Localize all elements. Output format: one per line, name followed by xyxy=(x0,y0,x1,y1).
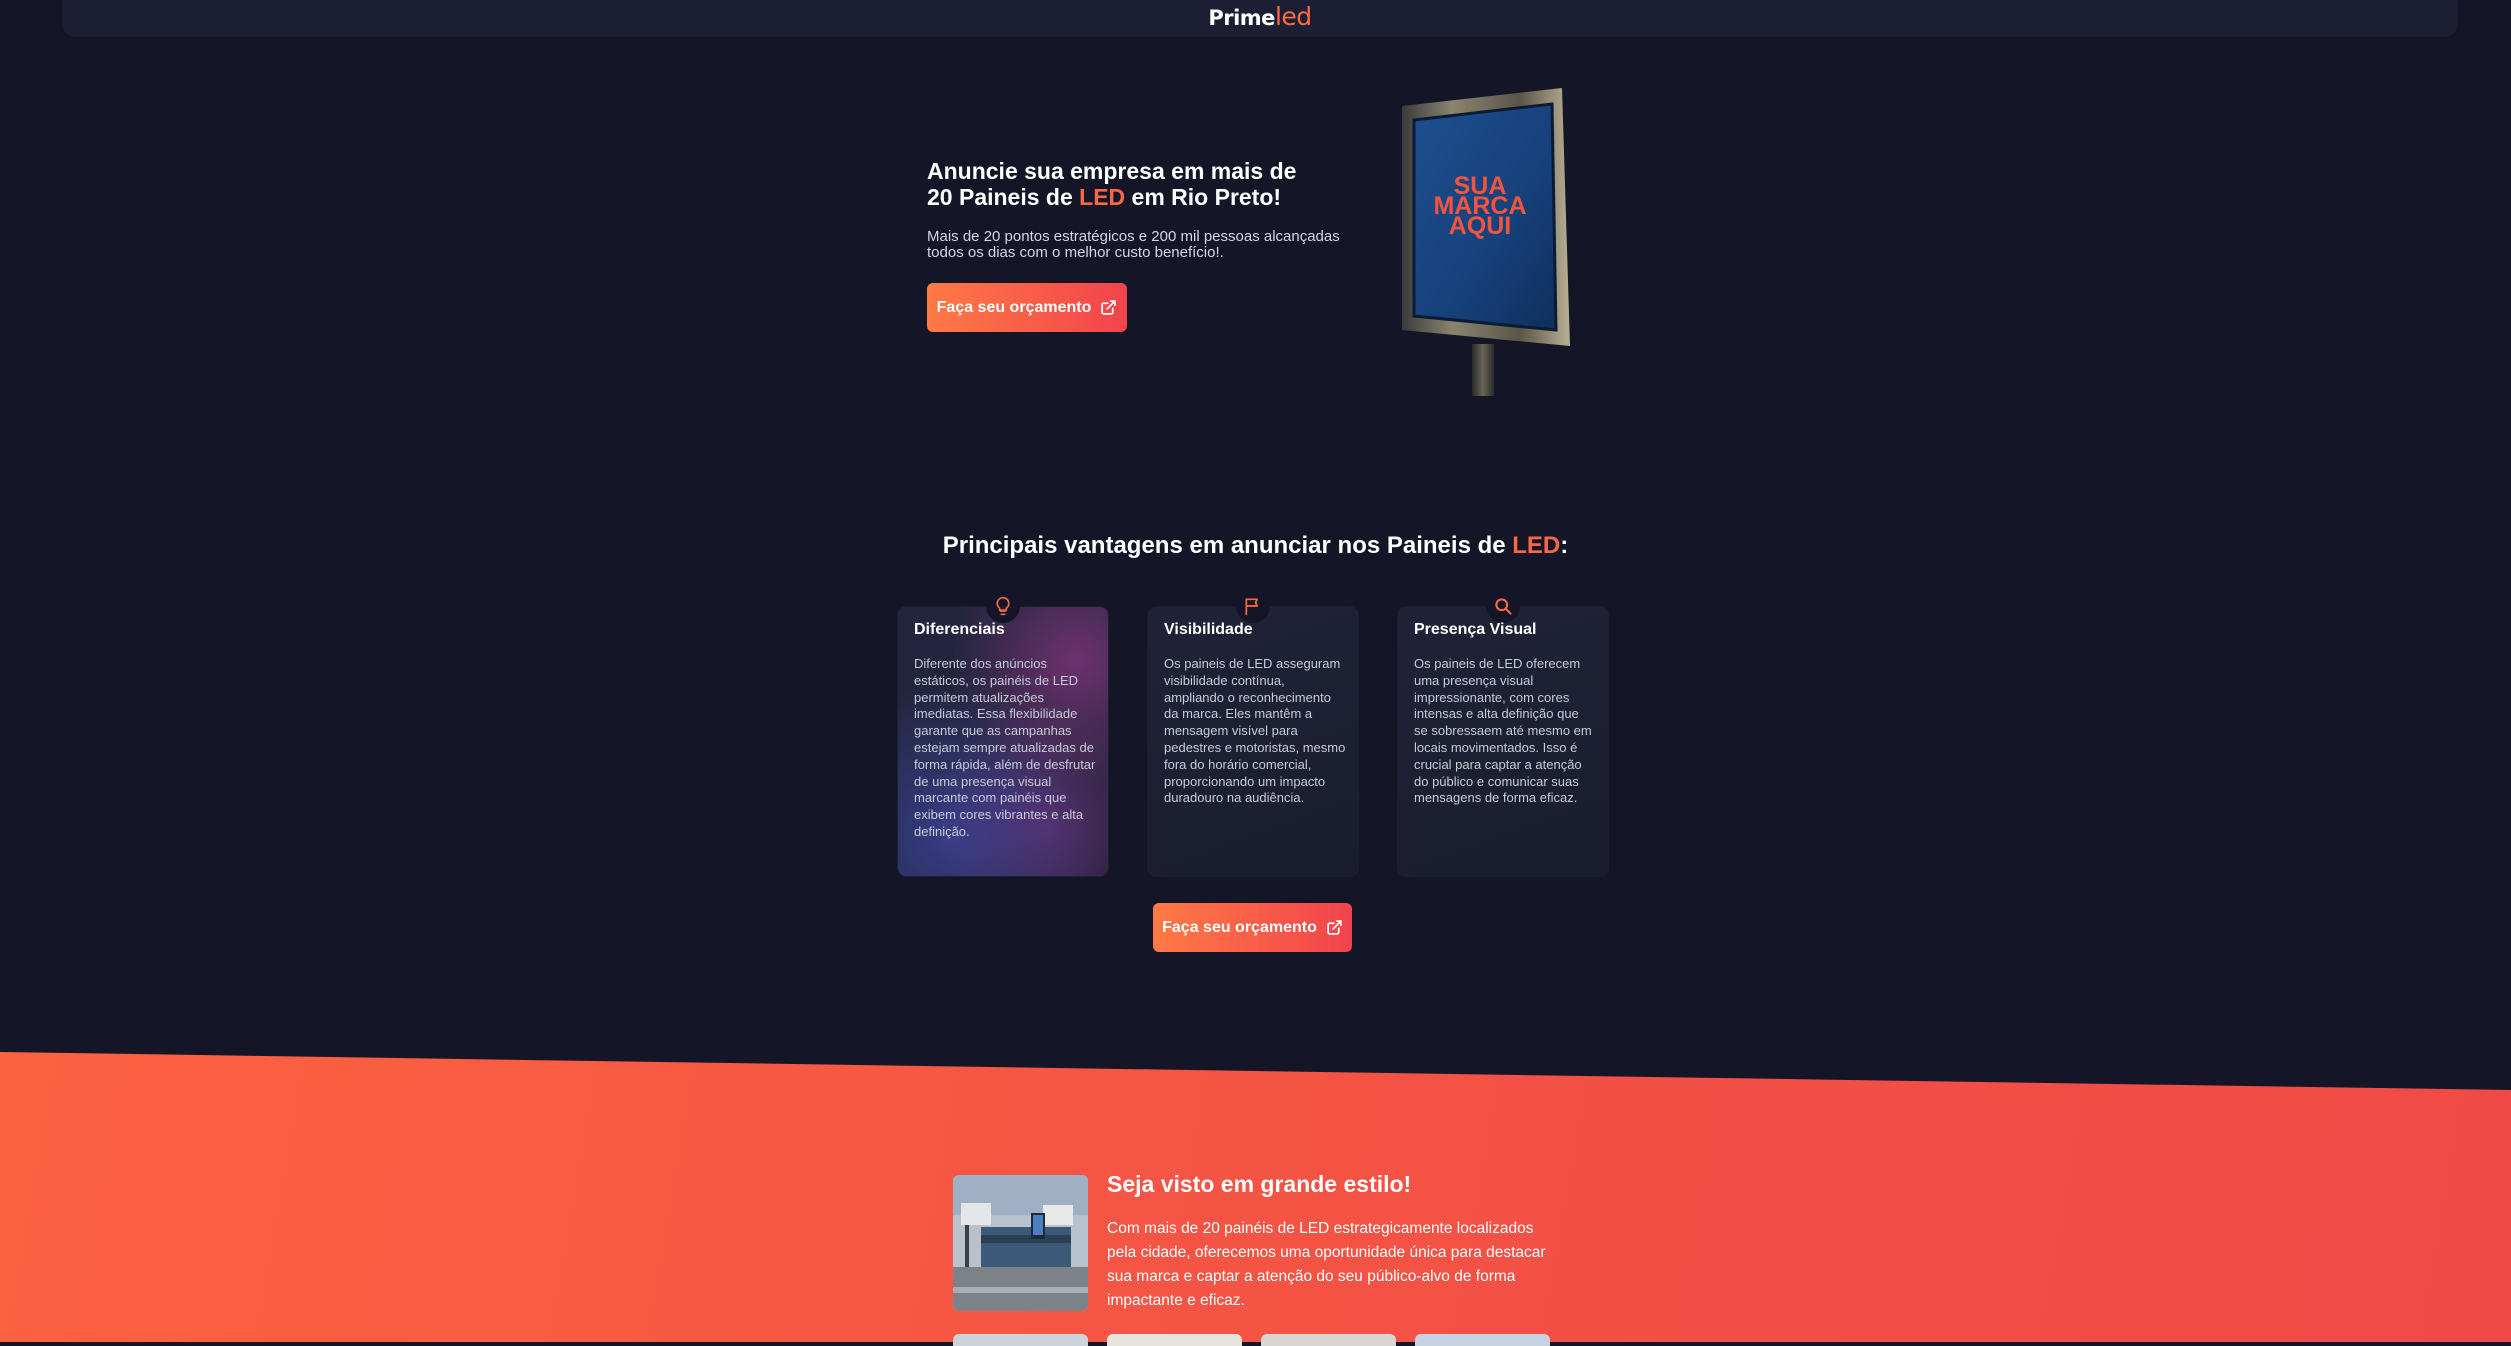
advantages-title-colon: : xyxy=(1560,532,1569,559)
card-title: Diferenciais xyxy=(914,621,1005,638)
advantages-title-accent: LED xyxy=(1512,532,1561,559)
billboard-image: SUA MARCA AQUI xyxy=(1402,88,1570,396)
quote-button-hero[interactable]: Faça seu orçamento xyxy=(927,283,1127,332)
lightbulb-icon xyxy=(986,589,1020,623)
hero-title-text-end: em Rio Preto! xyxy=(1125,184,1282,210)
showcase-title: Seja visto em grande estilo! xyxy=(1107,1171,1412,1197)
quote-button-advantages[interactable]: Faça seu orçamento xyxy=(1153,903,1352,952)
showcase-text: Com mais de 20 painéis de LED estrategic… xyxy=(1107,1220,1546,1309)
hero-title: Anuncie sua empresa em mais de 20 Painei… xyxy=(927,158,1327,210)
logo-prime-text: Prime xyxy=(1208,6,1275,30)
gallery-thumbnail[interactable] xyxy=(953,1334,1088,1346)
search-icon xyxy=(1486,589,1520,623)
advantage-card-presenca-visual: Presença Visual Os paineis de LED oferec… xyxy=(1398,589,1608,876)
hero-subtitle: Mais de 20 pontos estratégicos e 200 mil… xyxy=(927,228,1340,261)
hero-title-accent: LED xyxy=(1079,184,1126,210)
card-text: Diferente dos anúncios estáticos, os pai… xyxy=(914,656,1096,839)
billboard-line3: AQUI xyxy=(1449,212,1512,240)
card-text: Os paineis de LED oferecem uma presença … xyxy=(1414,656,1592,806)
advantage-card-visibilidade: Visibilidade Os paineis de LED asseguram… xyxy=(1148,589,1358,876)
quote-button-label: Faça seu orçamento xyxy=(1162,918,1317,936)
gallery-thumbnail[interactable] xyxy=(1415,1334,1550,1346)
advantages-title: Principais vantagens em anunciar nos Pai… xyxy=(0,532,2511,560)
external-link-icon xyxy=(1327,920,1342,935)
led-panel-photo xyxy=(953,1175,1088,1311)
card-text: Os paineis de LED asseguram visibilidade… xyxy=(1164,656,1346,806)
advantages-title-text: Principais vantagens em anunciar nos Pai… xyxy=(942,532,1513,559)
top-navbar: Primeled xyxy=(62,0,2458,37)
card-title: Visibilidade xyxy=(1164,621,1253,638)
quote-button-label: Faça seu orçamento xyxy=(936,298,1092,316)
logo[interactable]: Primeled xyxy=(62,2,2458,31)
external-link-icon xyxy=(1101,300,1117,315)
card-title: Presença Visual xyxy=(1414,621,1537,638)
flag-icon xyxy=(1236,589,1270,623)
logo-led-text: led xyxy=(1274,2,1312,31)
gallery-thumbnail[interactable] xyxy=(1261,1334,1396,1346)
advantage-card-diferenciais: Diferenciais Diferente dos anúncios está… xyxy=(898,589,1108,876)
gallery-thumbnail[interactable] xyxy=(1107,1334,1242,1346)
